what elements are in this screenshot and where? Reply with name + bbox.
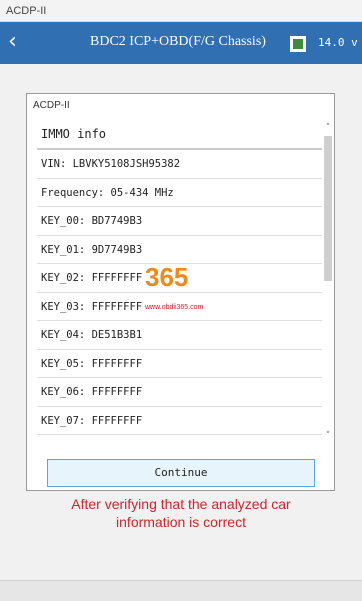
watermark-number: 365 xyxy=(145,262,189,292)
bottom-bar xyxy=(0,580,362,601)
list-heading: IMMO info xyxy=(37,118,322,150)
list-item: VIN: LBVKY5108JSH95382 xyxy=(37,150,322,179)
app-icon[interactable] xyxy=(290,36,306,52)
chevron-left-icon[interactable]: ‹ xyxy=(8,31,28,54)
list-item: KEY_01: 9D7749B3 xyxy=(37,236,322,264)
list-item: Frequency: 05-434 MHz xyxy=(37,179,322,207)
caption-text: After verifying that the analyzed car in… xyxy=(71,496,291,530)
list-item: KEY_05: FFFFFFFF xyxy=(37,350,322,378)
app-bar: ‹ BDC2 ICP+OBD(F/G Chassis) 14.0 v xyxy=(0,22,362,64)
version-label: 14.0 v xyxy=(318,36,358,49)
dialog-title: ACDP-II xyxy=(33,100,70,111)
window-title: ACDP-II xyxy=(0,0,362,22)
list-item: KEY_06: FFFFFFFF xyxy=(37,378,322,407)
scrollbar[interactable]: ˄ ˅ xyxy=(322,122,334,444)
list-item: KEY_00: BD7749B3 xyxy=(37,207,322,236)
chevron-down-icon[interactable]: ˅ xyxy=(322,430,334,442)
list-item: KEY_07: FFFFFFFF xyxy=(37,407,322,435)
watermark-logo: 365 www.obdii365.com xyxy=(145,262,225,322)
list-item: KEY_04: DE51B3B1 xyxy=(37,321,322,350)
page-title: BDC2 ICP+OBD(F/G Chassis) xyxy=(90,34,266,49)
continue-button[interactable]: Continue xyxy=(47,459,315,487)
watermark-url: www.obdii365.com xyxy=(145,304,204,311)
chevron-up-icon[interactable]: ˄ xyxy=(322,122,334,134)
scroll-thumb[interactable] xyxy=(324,136,332,281)
